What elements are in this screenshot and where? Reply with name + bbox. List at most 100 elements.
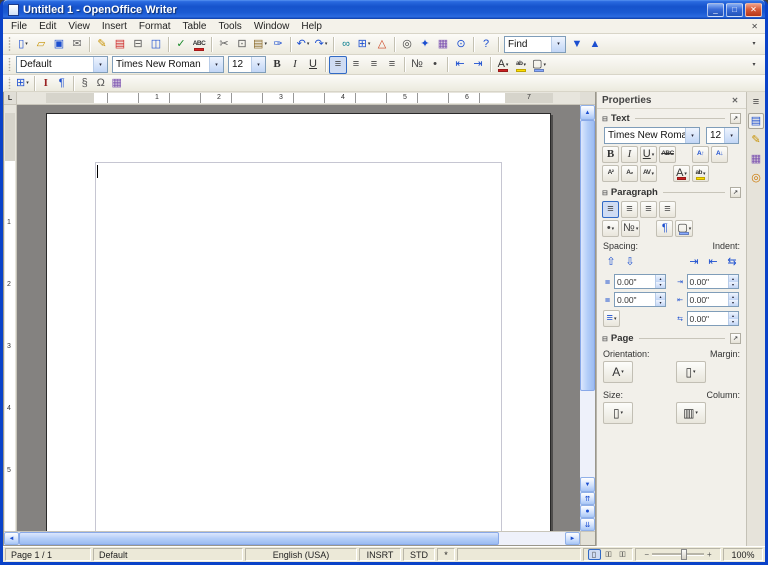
- sidebar-highlighting-button[interactable]: ab▾: [692, 165, 709, 182]
- text-more-options-button[interactable]: ↗: [730, 113, 741, 124]
- sidebar-align-justify-button[interactable]: ≡: [659, 201, 676, 218]
- gallery-button[interactable]: ▦: [434, 35, 452, 53]
- paragraph-style-combobox[interactable]: Default ▾: [16, 56, 108, 73]
- zoom-level-status[interactable]: 100%: [723, 548, 763, 561]
- page-orientation-button[interactable]: A▾: [603, 361, 633, 383]
- toolbar-overflow-button[interactable]: ▾: [745, 35, 763, 53]
- paragraph-section-header[interactable]: ⊟ Paragraph ↗: [597, 183, 746, 200]
- first-line-indent-spinner[interactable]: ▴▾: [728, 312, 738, 325]
- document-canvas[interactable]: [17, 105, 580, 531]
- title-bar[interactable]: Untitled 1 - OpenOffice Writer _ □ ✕: [3, 0, 765, 19]
- paragraph-background-button[interactable]: ▢▾: [530, 56, 548, 74]
- collapse-icon[interactable]: ⊟: [602, 189, 608, 197]
- spacing-below-spinner[interactable]: ▴▾: [655, 293, 665, 306]
- paragraph-mark-button[interactable]: ¶: [656, 220, 673, 237]
- insert-table-small-button[interactable]: ⊞▾: [14, 76, 31, 90]
- zoom-in-icon[interactable]: +: [707, 550, 712, 559]
- minimize-button[interactable]: _: [707, 3, 724, 17]
- dropdown-arrow-icon[interactable]: ▾: [724, 128, 738, 143]
- sidebar-font-size-combobox[interactable]: 12 ▾: [706, 127, 739, 144]
- page-preview-button[interactable]: ◫: [147, 35, 165, 53]
- page-column-button[interactable]: ▥▾: [676, 402, 706, 424]
- zoom-button[interactable]: ⊙: [452, 35, 470, 53]
- first-line-indent-input[interactable]: 0.00"▴▾: [687, 311, 739, 326]
- tab-gallery-button[interactable]: ▦: [748, 151, 764, 167]
- formatting-marks-button[interactable]: ¶: [54, 76, 70, 90]
- sidebar-settings-button[interactable]: ≡: [748, 94, 764, 110]
- zoom-slider[interactable]: − +: [635, 548, 721, 561]
- page-more-options-button[interactable]: ↗: [730, 333, 741, 344]
- sidebar-font-color-button[interactable]: A▾: [673, 165, 690, 182]
- subscript-button[interactable]: A₂: [621, 165, 638, 182]
- superscript-button[interactable]: A²: [602, 165, 619, 182]
- sidebar-underline-button[interactable]: U▾: [640, 146, 657, 163]
- navigation-button[interactable]: ●: [580, 505, 595, 518]
- format-paintbrush-button[interactable]: ✑: [269, 35, 287, 53]
- edit-file-button[interactable]: ✎: [93, 35, 111, 53]
- sidebar-align-center-button[interactable]: ≡: [621, 201, 638, 218]
- italic-button[interactable]: I: [286, 56, 304, 74]
- page-size-button[interactable]: ▯▾: [603, 402, 633, 424]
- open-button[interactable]: ▱: [32, 35, 50, 53]
- ordered-list-button[interactable]: №▾: [621, 220, 640, 237]
- zoom-track[interactable]: [652, 553, 704, 556]
- menu-insert[interactable]: Insert: [96, 20, 133, 33]
- horizontal-scroll-track[interactable]: [19, 532, 565, 545]
- collapse-icon[interactable]: ⊟: [602, 335, 608, 343]
- align-left-button[interactable]: ≡: [329, 56, 347, 74]
- find-input[interactable]: Find ▾: [504, 36, 566, 53]
- paragraph-more-options-button[interactable]: ↗: [730, 187, 741, 198]
- spelling-button[interactable]: ✓: [172, 35, 190, 53]
- horizontal-ruler[interactable]: 1234567: [17, 92, 580, 104]
- sidebar-bold-button[interactable]: B: [602, 146, 619, 163]
- decrease-font-size-button[interactable]: A↓: [711, 146, 728, 163]
- close-document-button[interactable]: ✕: [746, 22, 763, 31]
- numbering-button[interactable]: №: [408, 56, 426, 74]
- menu-file[interactable]: File: [5, 20, 33, 33]
- print-button[interactable]: ⊟: [129, 35, 147, 53]
- font-size-combobox[interactable]: 12 ▾: [228, 56, 266, 73]
- highlighting-button[interactable]: ab▾: [512, 56, 530, 74]
- paste-button[interactable]: ▤▾: [251, 35, 269, 53]
- new-document-button[interactable]: ▯▾: [14, 35, 32, 53]
- unordered-list-button[interactable]: •▾: [602, 220, 619, 237]
- bullets-button[interactable]: •: [426, 56, 444, 74]
- undo-button[interactable]: ↶▾: [294, 35, 312, 53]
- sidebar-align-right-button[interactable]: ≡: [640, 201, 657, 218]
- indent-after-text-spinner[interactable]: ▴▾: [728, 293, 738, 306]
- next-page-button[interactable]: ⇊: [580, 518, 595, 531]
- horizontal-scroll-thumb[interactable]: [19, 532, 499, 545]
- indent-after-text-input[interactable]: 0.00"▴▾: [687, 292, 739, 307]
- insert-table-button[interactable]: ⊞▾: [355, 35, 373, 53]
- toolbar-overflow-button[interactable]: ▾: [745, 56, 763, 74]
- help-button[interactable]: ?: [477, 35, 495, 53]
- document-page[interactable]: [46, 113, 551, 531]
- vertical-ruler[interactable]: 12345: [4, 105, 17, 531]
- page-number-status[interactable]: Page 1 / 1: [5, 548, 91, 561]
- bold-button[interactable]: B: [268, 56, 286, 74]
- menu-format[interactable]: Format: [133, 20, 177, 33]
- decrease-indent-button[interactable]: ⇤: [451, 56, 469, 74]
- sidebar-decrease-indent-button[interactable]: ⇤: [704, 253, 722, 271]
- navigator-button[interactable]: ✦: [416, 35, 434, 53]
- align-center-button[interactable]: ≡: [347, 56, 365, 74]
- toolbar-drag-handle[interactable]: [7, 58, 12, 71]
- menu-window[interactable]: Window: [248, 20, 296, 33]
- menu-tools[interactable]: Tools: [212, 20, 247, 33]
- page-section-header[interactable]: ⊟ Page ↗: [597, 329, 746, 346]
- maximize-button[interactable]: □: [726, 3, 743, 17]
- zoom-thumb[interactable]: [681, 549, 687, 560]
- save-button[interactable]: ▣: [50, 35, 68, 53]
- language-status[interactable]: English (USA): [245, 548, 357, 561]
- menu-help[interactable]: Help: [295, 20, 328, 33]
- spacing-above-spinner[interactable]: ▴▾: [655, 275, 665, 288]
- document-as-email-button[interactable]: ✉: [68, 35, 86, 53]
- direct-cursor-button[interactable]: I: [38, 76, 54, 90]
- tab-navigator-button[interactable]: ◎: [748, 170, 764, 186]
- scroll-down-button[interactable]: ▼: [580, 477, 595, 492]
- menu-view[interactable]: View: [62, 20, 96, 33]
- toolbar-drag-handle[interactable]: [7, 77, 12, 88]
- toolbar-drag-handle[interactable]: [7, 37, 12, 51]
- scroll-up-button[interactable]: ▲: [580, 105, 595, 120]
- collapse-icon[interactable]: ⊟: [602, 115, 608, 123]
